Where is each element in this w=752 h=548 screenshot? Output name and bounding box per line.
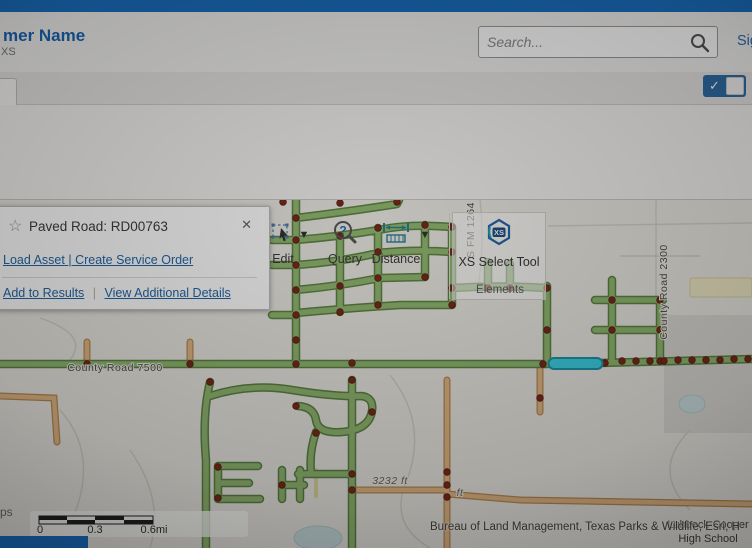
tool-label: Distance xyxy=(364,252,428,266)
distance-label-fragment: ft xyxy=(457,487,464,499)
view-additional-details-link[interactable]: View Additional Details xyxy=(105,286,231,300)
map-attribution: Bureau of Land Management, Texas Parks &… xyxy=(430,521,752,533)
app-subtitle: XS xyxy=(1,46,16,58)
tool-label: XS Select Tool xyxy=(453,255,545,269)
edit-dropdown-chevron[interactable]: ▼ xyxy=(298,230,310,242)
search-input[interactable] xyxy=(487,28,677,56)
search-icon[interactable] xyxy=(689,32,711,54)
link-separator: | xyxy=(88,286,101,300)
ribbon-tab-edge[interactable] xyxy=(0,78,17,105)
search-box xyxy=(478,26,718,58)
app-window: S FM 1264 County Road 2300 County Road 7… xyxy=(0,0,752,548)
add-to-results-link[interactable]: Add to Results xyxy=(3,286,84,300)
check-icon: ✓ xyxy=(709,78,720,94)
query-icon: ? xyxy=(331,219,359,247)
create-service-order-link[interactable]: Create Service Order xyxy=(75,253,193,267)
toggle-knob xyxy=(726,77,744,95)
sign-out-link[interactable]: Sig xyxy=(737,33,752,49)
feature-popup: ☆ Paved Road: RD00763 ✕ Load Asset | Cre… xyxy=(0,206,270,310)
edit-icon xyxy=(269,219,297,247)
ribbon-tab-strip xyxy=(0,72,752,105)
popup-action-row: Load Asset | Create Service Order xyxy=(3,253,193,267)
scale-bar: 0 0.3 0.6mi xyxy=(30,511,248,537)
distance-dropdown-chevron[interactable]: ▼ xyxy=(419,230,431,242)
pond xyxy=(679,395,705,413)
group-label-elements: Elements xyxy=(450,284,550,296)
ribbon-toolbar: ↺ Initial View i Identify xyxy=(0,105,752,200)
left-edge-text-fragment: ps xyxy=(0,505,13,519)
bottom-left-blue-bar xyxy=(0,536,88,548)
road-label-county-road-7500: County Road 7500 xyxy=(67,362,163,374)
close-icon[interactable]: ✕ xyxy=(241,217,252,233)
svg-text:XS: XS xyxy=(494,228,504,237)
popup-divider xyxy=(2,277,257,278)
ribbon-toggle[interactable]: ✓ xyxy=(703,75,746,97)
browser-top-bar xyxy=(0,0,752,12)
road-label-county-road-2300: County Road 2300 xyxy=(658,244,670,340)
popup-title: Paved Road: RD00763 xyxy=(29,219,168,234)
load-asset-link[interactable]: Load Asset xyxy=(3,253,65,267)
xs-select-icon: XS xyxy=(485,218,513,246)
distance-icon xyxy=(381,219,411,247)
yellow-label-box xyxy=(690,278,752,297)
scale-tick: 0 xyxy=(37,524,43,536)
scale-tick: 0.6mi xyxy=(134,524,174,536)
app-title: mer Name xyxy=(3,26,85,46)
popup-action-row: Add to Results | View Additional Details xyxy=(3,286,231,300)
star-icon: ☆ xyxy=(8,216,22,236)
scale-tick: 0.3 xyxy=(82,524,108,536)
svg-text:?: ? xyxy=(339,224,346,238)
pond xyxy=(294,526,342,548)
app-header: mer Name XS Sig xyxy=(0,12,752,72)
distance-button[interactable]: Distance xyxy=(364,217,428,273)
school-parcel xyxy=(664,315,752,433)
distance-label-3232ft: 3232 ft xyxy=(372,475,408,487)
